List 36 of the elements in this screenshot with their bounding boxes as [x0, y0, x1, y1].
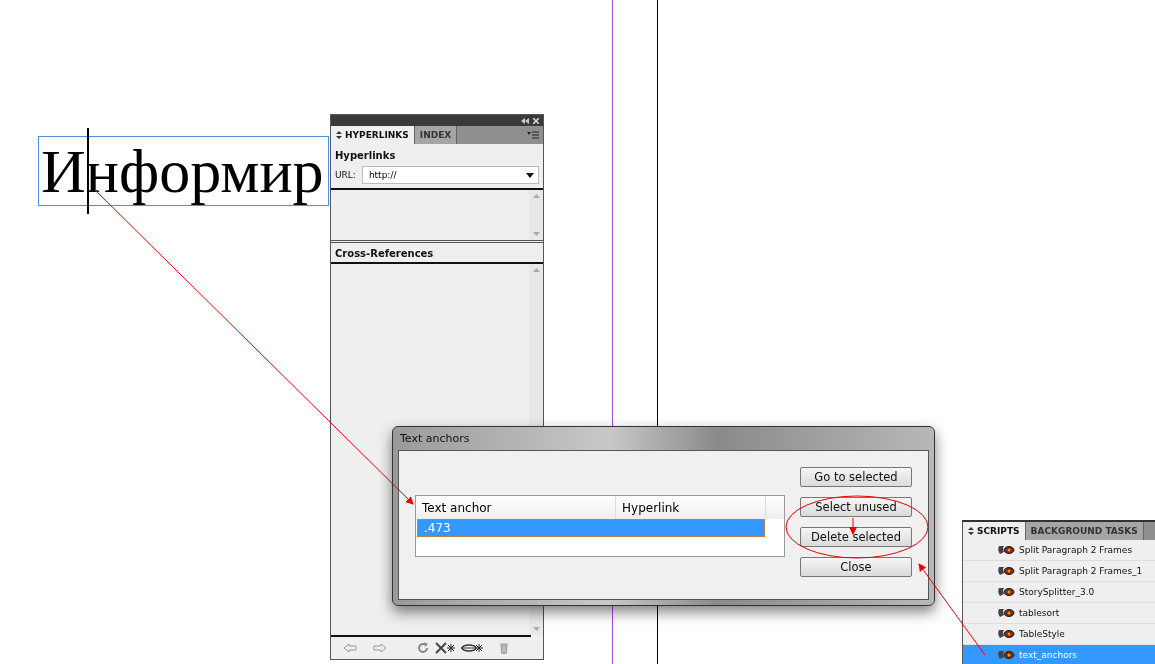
new-cross-reference-icon[interactable] [435, 642, 455, 654]
script-icon [997, 649, 1015, 661]
panel-menu-icon[interactable] [527, 131, 539, 139]
trash-icon[interactable] [499, 642, 509, 654]
collapse-icon[interactable] [521, 117, 529, 124]
url-dropdown[interactable]: http:// [361, 166, 539, 184]
script-icon [997, 586, 1015, 598]
dialog-button[interactable]: Select unused [800, 497, 912, 517]
close-icon[interactable] [533, 117, 539, 124]
scroll-down-icon[interactable] [532, 232, 540, 236]
dialog-title: Text anchors [399, 431, 471, 447]
scroll-up-icon[interactable] [532, 268, 540, 272]
left-arrow-icon[interactable] [343, 643, 357, 653]
script-icon [997, 607, 1015, 619]
updown-icon [336, 131, 342, 139]
section-title: Cross-References [331, 243, 543, 264]
script-icon [997, 628, 1015, 640]
dialog-button[interactable]: Delete selected [800, 527, 912, 547]
panel-tab[interactable]: BACKGROUND TASKS [1025, 522, 1144, 540]
right-arrow-icon[interactable] [373, 643, 387, 653]
section-title: Hyperlinks [334, 149, 397, 163]
scroll-down-icon[interactable] [532, 627, 540, 631]
dialog-button[interactable]: Close [800, 557, 912, 577]
script-icon [997, 565, 1015, 577]
panel-tab[interactable]: HYPERLINKS [331, 126, 415, 144]
scroll-up-icon[interactable] [532, 194, 540, 198]
panel-tab[interactable]: INDEX [414, 126, 458, 144]
scrollbar[interactable] [529, 190, 543, 240]
caret-icon [526, 172, 534, 178]
new-hyperlink-icon[interactable] [461, 642, 483, 654]
dialog-button[interactable]: Go to selected [800, 467, 912, 487]
script-icon [997, 544, 1015, 556]
refresh-icon[interactable] [417, 642, 429, 654]
field-label: URL: [335, 170, 356, 180]
panel-tab[interactable]: SCRIPTS [963, 522, 1026, 540]
updown-icon [968, 527, 974, 535]
